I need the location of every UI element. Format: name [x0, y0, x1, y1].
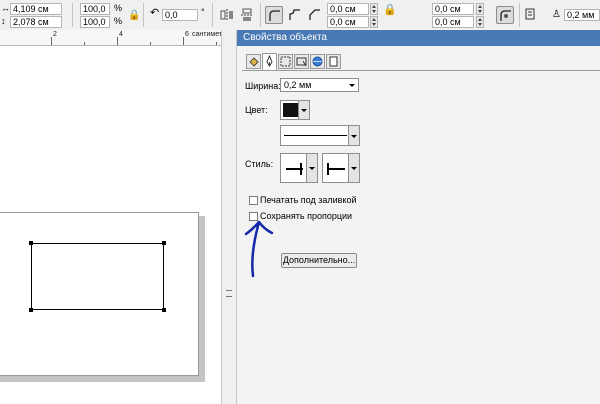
separator: [143, 3, 144, 27]
ruler-tick: [117, 37, 118, 45]
summary-tab[interactable]: [326, 54, 341, 69]
chamfer-corner-button[interactable]: [306, 6, 324, 24]
horizontal-ruler: 2 4 6 сантиметры: [0, 30, 237, 46]
corner-radius-bottom-right[interactable]: 0,0 см: [432, 16, 474, 28]
round-corner-button[interactable]: [265, 6, 283, 24]
paint-bucket-icon: [249, 57, 259, 67]
pen-nib-icon: [266, 54, 273, 67]
degree-label: °: [201, 7, 205, 17]
ruler-tick: [51, 37, 52, 45]
mirror-vertical-icon: [241, 8, 253, 21]
selection-handle[interactable]: [162, 308, 166, 312]
drawing-canvas[interactable]: [0, 46, 221, 404]
wrap-text-button[interactable]: [522, 6, 540, 24]
color-label: Цвет:: [245, 105, 268, 115]
selection-handle[interactable]: [29, 308, 33, 312]
fill-tab[interactable]: [246, 54, 261, 69]
corner-radius-top-right[interactable]: 0,0 см: [432, 3, 474, 15]
internet-tab[interactable]: [310, 54, 325, 69]
selection-handle[interactable]: [162, 241, 166, 245]
y-position-field[interactable]: 2,078 см: [10, 16, 62, 28]
width-combo[interactable]: 0,2 мм: [280, 78, 359, 92]
end-arrow-dropdown-arrow[interactable]: [348, 154, 359, 182]
outline-tab[interactable]: [262, 53, 277, 70]
corner-radius-top-right-spinner[interactable]: [476, 3, 484, 15]
ruler-number: 2: [53, 31, 57, 38]
selected-rectangle[interactable]: [31, 243, 164, 310]
annotation-arrow-icon: [244, 220, 274, 278]
property-bar: ↔ 4,109 см ↕ 2,078 см 100,0 % 100,0 % 🔒 …: [0, 0, 600, 31]
object-properties-docker: Свойства объекта Ширина: 0,2 мм Цвет: Ст…: [237, 30, 600, 404]
line-style-combo[interactable]: [280, 125, 360, 146]
mirror-vertical-button[interactable]: [238, 6, 256, 24]
style-label: Стиль:: [245, 159, 274, 169]
docker-title: Свойства объекта: [237, 30, 600, 46]
corner-radius-bottom-left[interactable]: 0,0 см: [327, 16, 369, 28]
y-position-icon: ↕: [1, 16, 6, 26]
rectangle-tab[interactable]: [294, 54, 309, 69]
ruler-number: 4: [119, 31, 123, 38]
ruler-tick: [216, 42, 217, 45]
rotation-field[interactable]: 0,0: [162, 9, 198, 21]
separator: [72, 3, 73, 27]
corner-radius-top-left[interactable]: 0,0 см: [327, 3, 369, 15]
outline-pen-icon: ♙: [552, 9, 561, 20]
print-behind-fill-label: Печатать под заливкой: [260, 195, 357, 205]
rotate-icon: ↶: [150, 7, 160, 19]
scale-y-field[interactable]: 100,0: [80, 16, 110, 28]
mirror-horizontal-icon: [220, 9, 233, 21]
line-style-dropdown-arrow[interactable]: [348, 126, 359, 145]
end-arrow-preview: [328, 168, 345, 170]
lock-corners-icon[interactable]: 🔒: [383, 5, 397, 16]
start-arrow-dropdown-arrow[interactable]: [306, 154, 317, 182]
tab-divider: [242, 70, 600, 71]
wrap-text-icon: [525, 8, 535, 20]
mirror-horizontal-button[interactable]: [218, 6, 236, 24]
ruler-tick: [183, 37, 184, 45]
selection-handle[interactable]: [29, 241, 33, 245]
percent-x-label: %: [114, 3, 123, 13]
width-dropdown-arrow[interactable]: [347, 79, 358, 91]
line-style-preview: [284, 135, 347, 136]
chamfer-corner-icon: [309, 9, 320, 20]
separator: [519, 3, 520, 27]
lock-ratio-icon[interactable]: 🔒: [128, 10, 140, 21]
ruler-number: 6: [185, 31, 189, 38]
general-tab[interactable]: [278, 54, 293, 69]
color-swatch: [283, 103, 298, 117]
ruler-tick: [84, 42, 85, 45]
start-arrow-combo[interactable]: [280, 153, 318, 183]
advanced-button[interactable]: Дополнительно...: [281, 253, 357, 268]
color-picker[interactable]: [280, 100, 310, 120]
docker-splitter[interactable]: [221, 30, 237, 404]
corner-scaling-icon: [500, 10, 511, 21]
scale-x-field[interactable]: 100,0: [80, 3, 110, 15]
rectangle-icon: [296, 57, 307, 67]
ruler-tick: [150, 42, 151, 45]
separator: [260, 3, 261, 27]
print-behind-fill-checkbox[interactable]: [249, 196, 258, 205]
outline-width-field[interactable]: 0,2 мм: [564, 9, 600, 21]
page-icon: [329, 56, 338, 67]
corner-radius-bottom-left-spinner[interactable]: [370, 16, 378, 28]
color-dropdown-arrow[interactable]: [298, 101, 309, 119]
splitter-grip-icon: [226, 290, 232, 297]
width-label: Ширина:: [245, 81, 281, 91]
width-value: 0,2 мм: [284, 80, 312, 90]
frame-icon: [280, 56, 291, 67]
x-position-field[interactable]: 4,109 см: [10, 3, 62, 15]
scalloped-corner-icon: [289, 9, 300, 20]
corner-radius-top-left-spinner[interactable]: [370, 3, 378, 15]
relative-corner-scaling-button[interactable]: [496, 6, 514, 24]
scalloped-corner-button[interactable]: [286, 6, 304, 24]
round-corner-icon: [269, 10, 280, 21]
start-arrow-cap: [300, 163, 302, 175]
separator: [212, 3, 213, 27]
globe-icon: [312, 56, 323, 67]
percent-y-label: %: [114, 16, 123, 26]
corner-radius-bottom-right-spinner[interactable]: [476, 16, 484, 28]
x-position-icon: ↔: [1, 3, 10, 13]
end-arrow-combo[interactable]: [322, 153, 360, 183]
